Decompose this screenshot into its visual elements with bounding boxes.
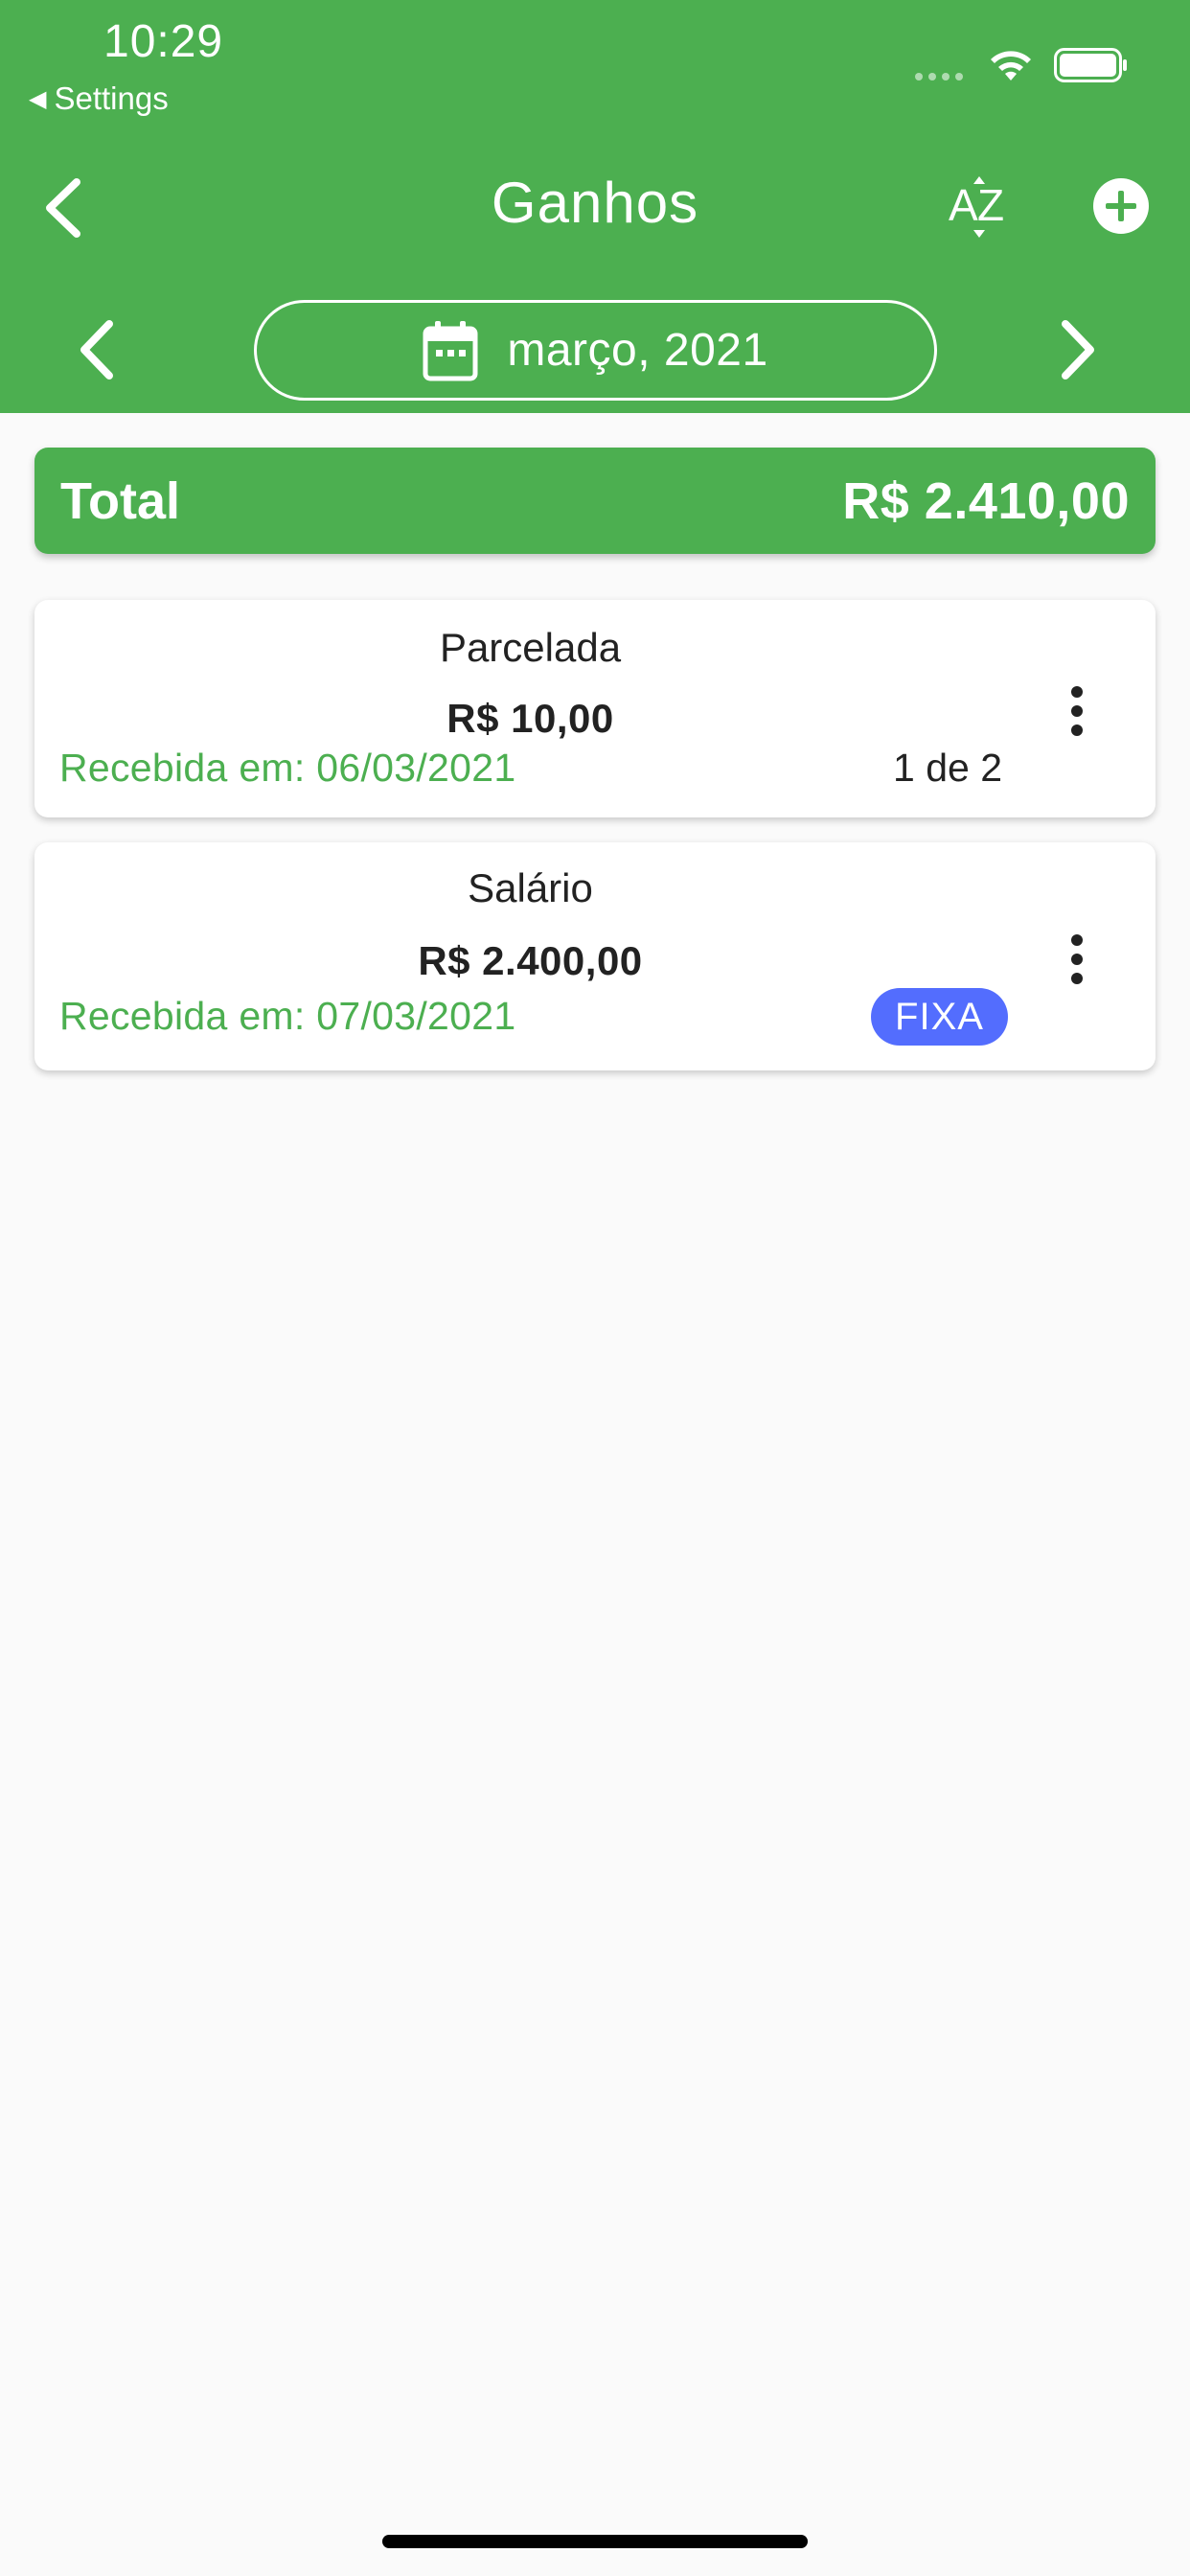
back-triangle-icon: ◀ — [29, 85, 47, 112]
previous-month-icon[interactable] — [75, 316, 121, 383]
add-icon[interactable] — [1092, 177, 1150, 235]
svg-text:A: A — [949, 180, 978, 230]
next-month-icon[interactable] — [1054, 316, 1100, 383]
home-indicator[interactable] — [382, 2535, 808, 2548]
fixed-badge: FIXA — [871, 988, 1008, 1046]
status-time: 10:29 — [103, 16, 224, 67]
total-label: Total — [60, 472, 180, 530]
cellular-signal-icon — [915, 73, 963, 80]
calendar-icon — [423, 320, 478, 380]
status-back-to-app[interactable]: ◀ Settings — [29, 80, 169, 117]
income-name: Parcelada — [439, 625, 622, 670]
income-amount: R$ 2.400,00 — [418, 938, 643, 983]
income-name: Salário — [468, 865, 593, 910]
status-back-label: Settings — [54, 80, 169, 116]
battery-icon — [1054, 48, 1127, 82]
income-card[interactable]: Salário R$ 2.400,00 Recebida em: 07/03/2… — [34, 842, 1156, 1070]
total-bar: Total R$ 2.410,00 — [34, 448, 1156, 554]
total-value: R$ 2.410,00 — [842, 472, 1130, 530]
income-amount: R$ 10,00 — [446, 696, 614, 741]
sort-az-icon[interactable]: A Z — [949, 172, 1016, 242]
month-label: março, 2021 — [507, 325, 768, 376]
installment-label: 1 de 2 — [893, 746, 1002, 790]
app-header: 10:29 ◀ Settings Ganhos A Z março, 2021 — [0, 0, 1190, 413]
income-received-date: Recebida em: 07/03/2021 — [59, 994, 516, 1038]
income-card[interactable]: Parcelada R$ 10,00 Recebida em: 06/03/20… — [34, 600, 1156, 817]
more-options-icon[interactable] — [1067, 934, 1087, 988]
income-received-date: Recebida em: 06/03/2021 — [59, 746, 516, 790]
month-selector[interactable]: março, 2021 — [254, 300, 937, 401]
wifi-icon — [991, 51, 1031, 80]
svg-text:Z: Z — [977, 180, 1004, 230]
more-options-icon[interactable] — [1067, 686, 1087, 740]
